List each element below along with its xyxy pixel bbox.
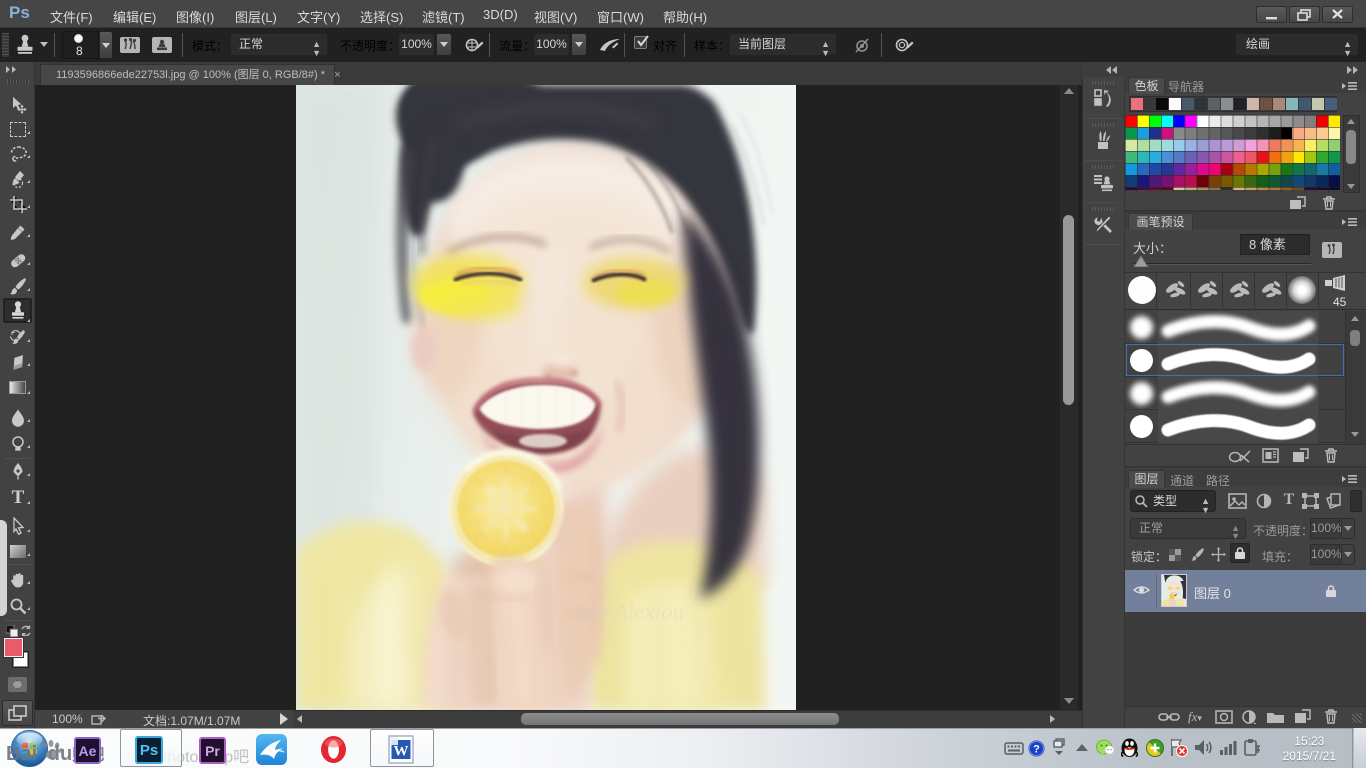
svg-text:una Alexiou: una Alexiou — [574, 599, 684, 624]
svg-text:?: ? — [1033, 744, 1040, 756]
svg-text:W: W — [394, 744, 409, 760]
